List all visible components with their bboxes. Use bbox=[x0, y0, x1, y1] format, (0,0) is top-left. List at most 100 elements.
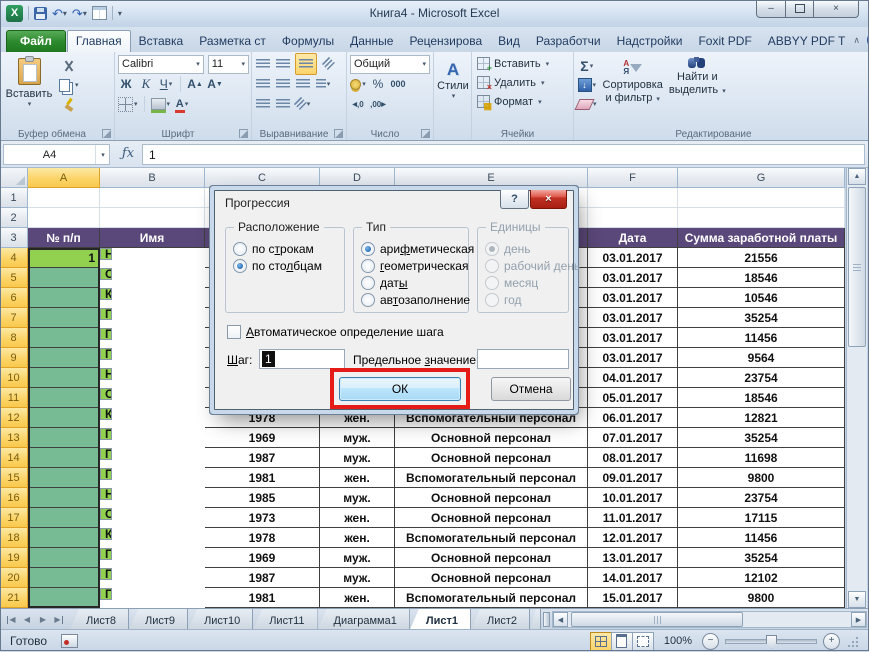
cell-G2[interactable] bbox=[678, 208, 845, 228]
row-header-10[interactable]: 10 bbox=[0, 368, 28, 388]
row-header-17[interactable]: 17 bbox=[0, 508, 28, 528]
align-right-button[interactable] bbox=[295, 76, 311, 92]
radio-type-0[interactable]: арифметическая bbox=[354, 240, 468, 257]
cell-G18[interactable]: 11456 bbox=[678, 528, 845, 548]
paste-button[interactable]: Вставить ▾ bbox=[3, 54, 55, 112]
row-header-18[interactable]: 18 bbox=[0, 528, 28, 548]
align-top-button[interactable] bbox=[255, 56, 271, 72]
cell-F13[interactable]: 07.01.2017 bbox=[588, 428, 678, 448]
cell-G3[interactable]: Сумма заработной платы bbox=[678, 228, 845, 248]
cell-D18[interactable]: жен. bbox=[320, 528, 395, 548]
row-header-11[interactable]: 11 bbox=[0, 388, 28, 408]
horizontal-scrollbar[interactable]: ◀ ▶ bbox=[552, 611, 867, 628]
column-header-B[interactable]: B bbox=[100, 168, 205, 188]
scroll-up-button[interactable]: ▲ bbox=[848, 168, 866, 185]
ribbon-tab-10[interactable]: Foxit PDF bbox=[690, 31, 759, 52]
cell-A20[interactable] bbox=[28, 568, 100, 588]
column-header-E[interactable]: E bbox=[395, 168, 588, 188]
cell-E20[interactable]: Основной персонал bbox=[395, 568, 588, 588]
row-header-12[interactable]: 12 bbox=[0, 408, 28, 428]
clipboard-dialog-launcher[interactable] bbox=[102, 129, 111, 138]
cell-C12[interactable]: 1978 bbox=[205, 408, 320, 428]
cell-B1[interactable] bbox=[100, 188, 205, 208]
row-header-5[interactable]: 5 bbox=[0, 268, 28, 288]
scroll-left-button[interactable]: ◀ bbox=[553, 612, 568, 627]
cell-D17[interactable]: жен. bbox=[320, 508, 395, 528]
comma-style-button[interactable]: 000 bbox=[390, 76, 406, 92]
ribbon-tab-8[interactable]: Разработчи bbox=[528, 31, 609, 52]
radio-type-1[interactable]: геометрическая bbox=[354, 257, 468, 274]
page-layout-view-button[interactable] bbox=[611, 632, 633, 651]
font-name-select[interactable]: Calibri▾ bbox=[118, 55, 204, 74]
cell-G11[interactable]: 18546 bbox=[678, 388, 845, 408]
cell-C17[interactable]: 1973 bbox=[205, 508, 320, 528]
cell-G13[interactable]: 35254 bbox=[678, 428, 845, 448]
cell-D20[interactable]: муж. bbox=[320, 568, 395, 588]
styles-button[interactable]: А Стили ▾ bbox=[437, 54, 469, 100]
radio-type-3[interactable]: автозаполнение bbox=[354, 291, 468, 308]
cell-F11[interactable]: 05.01.2017 bbox=[588, 388, 678, 408]
ribbon-tab-11[interactable]: ABBYY PDF T bbox=[760, 31, 854, 52]
cell-A8[interactable] bbox=[28, 328, 100, 348]
cell-F5[interactable]: 03.01.2017 bbox=[588, 268, 678, 288]
last-sheet-button[interactable]: ▶ bbox=[52, 613, 66, 627]
cell-A14[interactable] bbox=[28, 448, 100, 468]
cell-G20[interactable]: 12102 bbox=[678, 568, 845, 588]
cell-F12[interactable]: 06.01.2017 bbox=[588, 408, 678, 428]
row-header-13[interactable]: 13 bbox=[0, 428, 28, 448]
cell-A1[interactable] bbox=[28, 188, 100, 208]
column-header-D[interactable]: D bbox=[320, 168, 395, 188]
cell-C21[interactable]: 1981 bbox=[205, 588, 320, 608]
cell-C20[interactable]: 1987 bbox=[205, 568, 320, 588]
sheet-tab-4[interactable]: Диаграмма1 bbox=[318, 609, 410, 630]
cancel-button[interactable]: Отмена bbox=[491, 377, 571, 401]
fill-button[interactable]: ↓▾ bbox=[577, 77, 597, 93]
cell-F20[interactable]: 14.01.2017 bbox=[588, 568, 678, 588]
step-input[interactable]: 1 bbox=[259, 349, 345, 369]
cell-C16[interactable]: 1985 bbox=[205, 488, 320, 508]
font-size-select[interactable]: 11▾ bbox=[208, 55, 249, 74]
cell-B16[interactable]: Николаев А. Д. bbox=[100, 488, 112, 500]
cell-B11[interactable]: Сафронова В. М. bbox=[100, 388, 112, 400]
cell-B4[interactable]: Николаев А. Д. bbox=[100, 248, 112, 260]
page-break-view-button[interactable] bbox=[632, 632, 654, 651]
select-all-button[interactable] bbox=[0, 168, 28, 188]
sheet-tab-0[interactable]: Лист8 bbox=[70, 609, 129, 630]
format-cells-button[interactable]: ▦ Формат ▾ bbox=[475, 92, 571, 111]
cell-F19[interactable]: 13.01.2017 bbox=[588, 548, 678, 568]
cell-B5[interactable]: Сафронова В. М. bbox=[100, 268, 112, 280]
font-dialog-launcher[interactable] bbox=[239, 129, 248, 138]
cell-F16[interactable]: 10.01.2017 bbox=[588, 488, 678, 508]
cell-A15[interactable] bbox=[28, 468, 100, 488]
row-header-2[interactable]: 2 bbox=[0, 208, 28, 228]
row-header-8[interactable]: 8 bbox=[0, 328, 28, 348]
cell-A9[interactable] bbox=[28, 348, 100, 368]
dialog-help-button[interactable]: ? bbox=[500, 190, 529, 209]
cell-D15[interactable]: жен. bbox=[320, 468, 395, 488]
ribbon-tab-9[interactable]: Надстройки bbox=[609, 31, 691, 52]
cell-G8[interactable]: 11456 bbox=[678, 328, 845, 348]
cell-G19[interactable]: 35254 bbox=[678, 548, 845, 568]
row-header-4[interactable]: 4 bbox=[0, 248, 28, 268]
cell-B6[interactable]: Коваль Л. П. bbox=[100, 288, 112, 300]
cell-D19[interactable]: муж. bbox=[320, 548, 395, 568]
radio-type-2[interactable]: даты bbox=[354, 274, 468, 291]
zoom-slider[interactable] bbox=[725, 639, 817, 644]
cell-B15[interactable]: Попова М. Д. bbox=[100, 468, 112, 480]
cell-E19[interactable]: Основной персонал bbox=[395, 548, 588, 568]
cell-A10[interactable] bbox=[28, 368, 100, 388]
scroll-right-button[interactable]: ▶ bbox=[851, 612, 866, 627]
cell-G14[interactable]: 11698 bbox=[678, 448, 845, 468]
ribbon-tab-3[interactable]: Разметка ст bbox=[191, 31, 274, 52]
sheet-tab-3[interactable]: Лист11 bbox=[253, 609, 317, 630]
column-header-A[interactable]: A bbox=[28, 168, 100, 188]
cell-A19[interactable] bbox=[28, 548, 100, 568]
first-sheet-button[interactable]: ◀ bbox=[4, 613, 18, 627]
radio-location-0[interactable]: по строкам bbox=[226, 240, 344, 257]
cell-G9[interactable]: 9564 bbox=[678, 348, 845, 368]
sheet-tab-1[interactable]: Лист9 bbox=[129, 609, 188, 630]
ribbon-tab-5[interactable]: Данные bbox=[342, 31, 401, 52]
insert-function-button[interactable]: ƒx bbox=[116, 144, 140, 163]
cell-A3[interactable]: № п/п bbox=[28, 228, 100, 248]
maximize-button[interactable] bbox=[785, 0, 814, 18]
